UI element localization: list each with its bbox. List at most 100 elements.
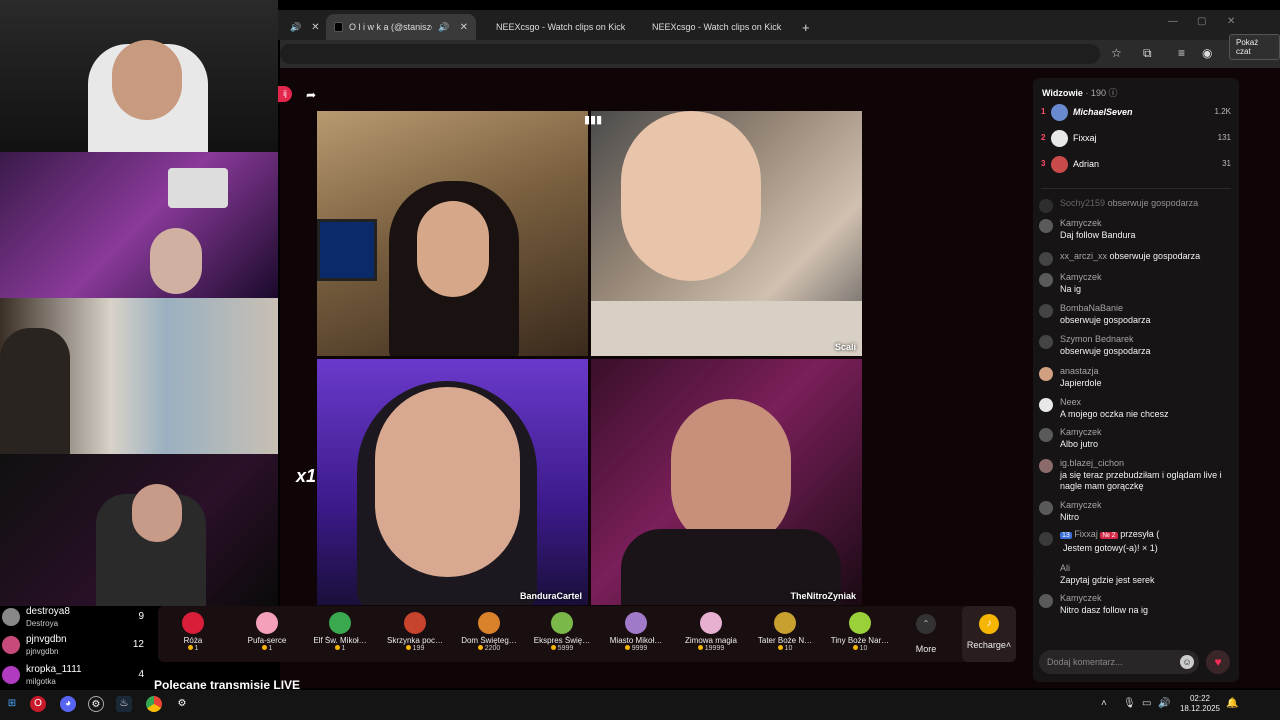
maximize-icon[interactable]: ▢ (1197, 16, 1206, 27)
tab-tiktok[interactable]: O l i w k a (@staniszesia_) p 🔊 ✕ (326, 14, 476, 40)
chevron-up-icon: ⌃ (916, 614, 936, 634)
viewer-name: Adrian (1073, 159, 1100, 169)
gift-name: Miasto Mikoł… (609, 636, 663, 645)
message-user: Szymon Bednarek (1060, 334, 1134, 344)
gift-price: 10 (748, 645, 822, 652)
heart-button[interactable]: ♥ (1206, 650, 1230, 674)
volume-icon[interactable]: 🔊 (1158, 698, 1170, 709)
close-tab-icon[interactable]: ✕ (791, 22, 792, 33)
gift-name: Elf Św. Mikoł… (313, 636, 367, 645)
profile-icon[interactable]: ◉ (1202, 46, 1212, 60)
video-tile-1[interactable] (317, 111, 588, 356)
screen: 🔊✕ O l i w k a (@staniszesia_) p 🔊 ✕ NEE… (0, 0, 1280, 720)
chrome-icon[interactable] (146, 696, 162, 712)
notification-icon[interactable]: 🔔 (1226, 698, 1238, 709)
close-window-icon[interactable]: ✕ (1227, 16, 1235, 27)
chevron-up-icon[interactable]: ˄ (1101, 698, 1107, 709)
viewers-title[interactable]: Widzowie · 190 ⓘ (1042, 86, 1117, 99)
message-user: ig.blazej_cichon (1060, 458, 1125, 468)
gift-item[interactable]: Pufa-serce 1 (230, 608, 304, 652)
top-viewer-row[interactable]: 3 Adrian 31 (1039, 154, 1233, 176)
address-bar[interactable] (280, 44, 1100, 64)
message-text: Na ig (1060, 284, 1082, 294)
face (112, 40, 182, 120)
steam-icon[interactable]: ♨ (116, 696, 132, 712)
gift-icon (625, 612, 647, 634)
gift-item[interactable]: Tiny Boże Nar… 10 (823, 608, 897, 652)
more-gifts-button[interactable]: ⌃ More (908, 610, 944, 654)
gift-item[interactable]: Miasto Mikoł… 9999 (599, 608, 673, 652)
level-badge: 13 (1060, 532, 1072, 539)
speaker-icon: 🔊 (290, 21, 302, 32)
video-tile-4[interactable]: TheNitroZyniak (591, 359, 862, 605)
emoji-icon[interactable]: ☺ (1180, 655, 1194, 669)
viewer-score: 1.2K (1214, 107, 1231, 116)
windows-start-icon[interactable]: ⊞ (4, 696, 20, 712)
close-tab-icon[interactable]: ✕ (460, 22, 468, 33)
gift-name: Skrzynka poc… (386, 636, 444, 645)
media-control-icon[interactable]: ≡ (1178, 46, 1185, 60)
live-video-grid[interactable]: Scali BanduraCartel TheNitroZyniak (317, 111, 862, 605)
gift-item[interactable]: Elf Św. Mikoł… 1 (303, 608, 377, 652)
coin-icon (777, 645, 783, 650)
tab-kick-1[interactable]: NEEXcsgo - Watch clips on Kick ✕ (482, 14, 636, 40)
minimize-icon[interactable]: — (1168, 16, 1178, 27)
video-tile-3[interactable]: BanduraCartel (317, 359, 588, 605)
taskbar (0, 690, 1280, 720)
recharge-label: Recharge (966, 640, 1006, 650)
bookmark-star-icon[interactable]: ☆ (1111, 46, 1122, 60)
video-tile-2[interactable]: Scali (591, 111, 862, 356)
share-icon[interactable]: ➦ (306, 88, 316, 102)
avatar (2, 636, 20, 654)
leaderboard-name: pjnvgdbn (26, 634, 67, 645)
avatar (2, 608, 20, 626)
message-text: przesyła ( (1120, 529, 1160, 539)
gift-item[interactable]: Zimowa magia 19999 (674, 608, 748, 652)
leaderboard-value: 12 (132, 639, 144, 650)
gift-icon (329, 612, 351, 634)
gift-item[interactable]: Tater Boże N… 10 (748, 608, 822, 652)
recharge-button[interactable]: ♪ Recharge˄ (962, 606, 1016, 662)
viewer-score: 131 (1217, 133, 1231, 142)
tab-audio[interactable]: 🔊 ✕ (282, 14, 322, 40)
gift-item[interactable]: Ekspres Świę… 5999 (525, 608, 599, 652)
gift-price: 9999 (599, 645, 673, 652)
extensions-icon[interactable]: ⧉ (1143, 46, 1152, 61)
opera-icon[interactable]: O (30, 696, 46, 712)
new-tab-button[interactable]: + (794, 14, 814, 40)
close-tab-icon[interactable]: ✕ (311, 22, 319, 33)
clock[interactable]: 02:22 18.12.2025 (1178, 694, 1222, 714)
network-icon[interactable]: ▭ (1142, 698, 1151, 709)
rank: 3 (1041, 159, 1046, 168)
tab-kick-2[interactable]: NEEXcsgo - Watch clips on Kick ✕ (638, 14, 792, 40)
message-user: Kamyczek (1060, 218, 1102, 228)
top-viewer-row[interactable]: 2 Fixxaj 131 (1039, 128, 1233, 150)
gift-name: Róża (183, 636, 203, 645)
leaderboard-row[interactable]: kropka_1111 milgotka 4 (0, 662, 150, 692)
poster (168, 168, 228, 208)
message-text: Jestem gotowy(-a)! × 1) (1063, 543, 1158, 553)
app-icon[interactable]: ⚙ (88, 696, 104, 712)
leaderboard-row[interactable]: pjnvgdbn pjnvgdbn 12 (0, 632, 150, 662)
gift-item[interactable]: Róża 1 (156, 608, 230, 652)
more-label: More (915, 644, 937, 654)
discord-icon[interactable]: ◕ (60, 696, 76, 712)
gear-icon[interactable]: ⚙ (174, 696, 190, 712)
viewer-name: Fixxaj (1073, 133, 1097, 143)
gift-price-value: 19999 (704, 645, 725, 652)
gift-item[interactable]: Dom Święteg… 2200 (452, 608, 526, 652)
leaderboard-row[interactable]: destroya8 Destroya 9 (0, 604, 150, 634)
gift-price: 19999 (674, 645, 748, 652)
gift-item[interactable]: Skrzynka poc… 199 (378, 608, 452, 652)
coin-icon (624, 645, 630, 650)
comment-input[interactable]: Dodaj komentarz... (1039, 650, 1199, 674)
participant-name: TheNitroZyniak (790, 591, 856, 601)
microphone-icon[interactable]: 🎙 (1123, 698, 1136, 709)
top-viewer-row[interactable]: 1 MichaelSeven 1.2K (1039, 102, 1233, 124)
close-tab-icon[interactable]: ✕ (635, 22, 636, 33)
info-icon[interactable]: ⓘ (1108, 88, 1117, 98)
rank: 2 (1041, 133, 1046, 142)
tab-label: NEEXcsgo - Watch clips on Kick (652, 22, 782, 32)
message-text: Daj follow Bandura (1060, 230, 1136, 240)
face (150, 228, 202, 294)
